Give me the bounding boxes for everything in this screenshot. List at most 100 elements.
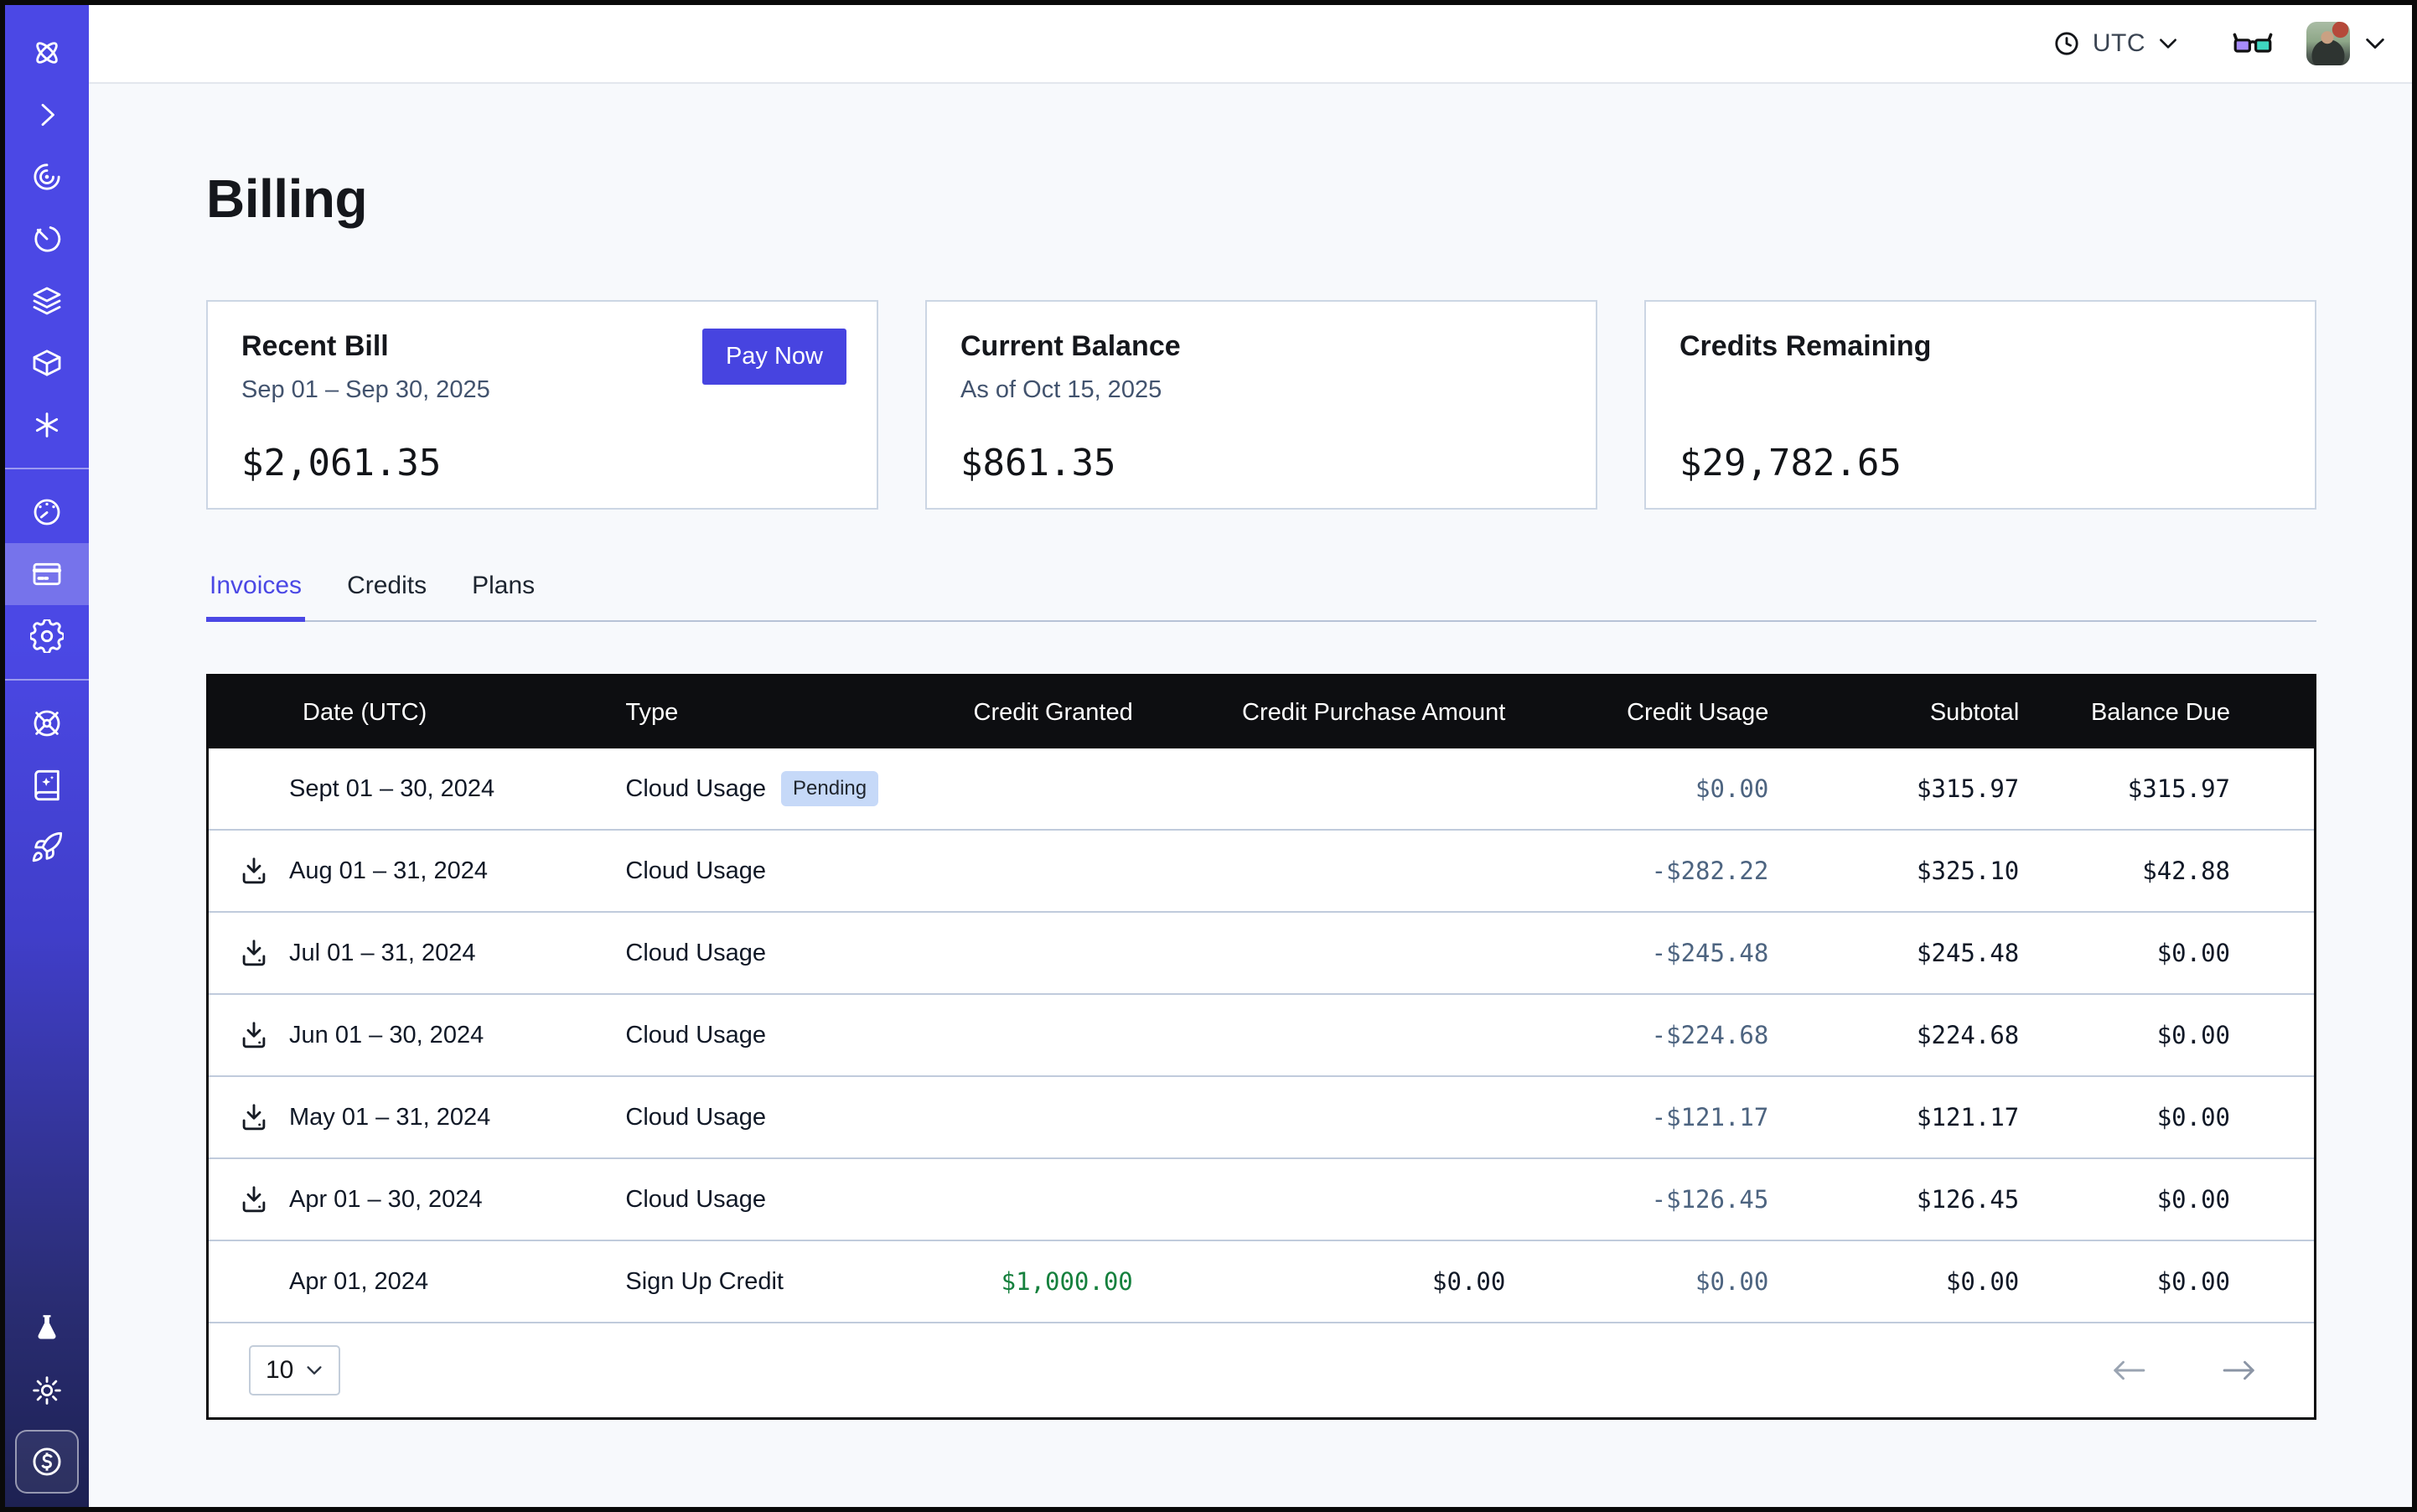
tab-credits[interactable]: Credits	[344, 572, 430, 620]
credit-purchase-amount: $0.00	[1133, 1240, 1506, 1322]
credit-usage: -$224.68	[1505, 994, 1768, 1076]
table-row: Sept 01 – 30, 2024 Cloud Usage Pending $0…	[209, 748, 2314, 830]
download-invoice-icon[interactable]	[235, 1099, 272, 1136]
theme-sun-icon[interactable]	[5, 1359, 89, 1421]
balance-due: $0.00	[2019, 1158, 2314, 1240]
sidebar	[5, 5, 89, 1507]
timer-icon[interactable]	[5, 208, 89, 270]
column-header: Credit Usage	[1505, 676, 1768, 748]
download-invoice-icon[interactable]	[235, 1181, 272, 1218]
card-title: Current Balance	[960, 330, 1562, 363]
sidebar-item-billing[interactable]	[5, 543, 89, 605]
timezone-label: UTC	[2093, 29, 2145, 58]
invoice-date: Jul 01 – 31, 2024	[289, 940, 476, 967]
credit-granted: $1,000.00	[901, 1240, 1132, 1322]
column-header: Credit Granted	[901, 676, 1132, 748]
invoice-date: Jun 01 – 30, 2024	[289, 1022, 484, 1049]
clock-icon	[2052, 29, 2081, 58]
status-badge: Pending	[781, 771, 878, 806]
tab-plans[interactable]: Plans	[468, 572, 538, 620]
layers-icon[interactable]	[5, 270, 89, 332]
download-invoice-icon[interactable]	[235, 852, 272, 889]
download-invoice-icon[interactable]	[235, 1017, 272, 1054]
timezone-selector[interactable]: UTC	[2052, 29, 2179, 58]
column-header: Date (UTC)	[209, 676, 625, 748]
glasses-icon[interactable]	[2233, 31, 2273, 56]
credits-remaining-card: Credits Remaining $29,782.65	[1644, 300, 2316, 510]
summary-cards: Recent Bill Sep 01 – Sep 30, 2025 $2,061…	[206, 300, 2316, 510]
dashboard-gauge-icon[interactable]	[5, 481, 89, 543]
credit-purchase-amount	[1133, 830, 1506, 912]
invoices-table: Date (UTC)TypeCredit GrantedCredit Purch…	[206, 674, 2316, 1420]
credit-usage: $0.00	[1505, 748, 1768, 830]
credit-usage: -$282.22	[1505, 830, 1768, 912]
table-row: Aug 01 – 31, 2024 Cloud Usage -$282.22 $…	[209, 830, 2314, 912]
recent-bill-card: Recent Bill Sep 01 – Sep 30, 2025 $2,061…	[206, 300, 878, 510]
docs-book-icon[interactable]	[5, 754, 89, 816]
invoice-date: Apr 01, 2024	[289, 1268, 428, 1296]
modal-logo-icon[interactable]	[5, 22, 89, 84]
chevron-down-icon	[305, 1364, 323, 1376]
invoice-date: Sept 01 – 30, 2024	[289, 775, 494, 803]
subtotal: $245.48	[1768, 912, 2019, 994]
badge-dollar-icon	[28, 1443, 65, 1480]
credit-purchase-amount	[1133, 994, 1506, 1076]
invoice-type: Cloud Usage	[625, 1022, 766, 1049]
invoice-type: Cloud Usage	[625, 857, 766, 884]
column-header: Type	[625, 676, 901, 748]
credit-granted	[901, 912, 1132, 994]
credit-usage: -$245.48	[1505, 912, 1768, 994]
cube-icon[interactable]	[5, 332, 89, 394]
subtotal: $315.97	[1768, 748, 2019, 830]
credit-card-icon	[30, 557, 64, 591]
page-size-value: 10	[266, 1356, 293, 1385]
user-avatar[interactable]	[2306, 22, 2350, 65]
invoice-type: Cloud Usage	[625, 1186, 766, 1213]
sidebar-divider	[5, 679, 89, 681]
credit-usage: -$126.45	[1505, 1158, 1768, 1240]
credit-purchase-amount	[1133, 748, 1506, 830]
page-title: Billing	[206, 168, 2316, 230]
subtotal: $126.45	[1768, 1158, 2019, 1240]
card-subtitle: As of Oct 15, 2025	[960, 376, 1562, 405]
column-header: Subtotal	[1768, 676, 2019, 748]
support-wheel-icon[interactable]	[5, 692, 89, 754]
next-page-button[interactable]	[2220, 1359, 2259, 1381]
invoice-type: Cloud Usage	[625, 1104, 766, 1131]
pay-now-button[interactable]: Pay Now	[702, 329, 846, 385]
credit-granted	[901, 748, 1132, 830]
rocket-icon[interactable]	[5, 816, 89, 878]
balance-due: $0.00	[2019, 1240, 2314, 1322]
subtotal: $0.00	[1768, 1240, 2019, 1322]
asterisk-icon[interactable]	[5, 394, 89, 456]
table-row: Apr 01 – 30, 2024 Cloud Usage -$126.45 $…	[209, 1158, 2314, 1240]
credit-granted	[901, 994, 1132, 1076]
spiral-icon[interactable]	[5, 146, 89, 208]
credit-purchase-amount	[1133, 1076, 1506, 1158]
subtotal: $121.17	[1768, 1076, 2019, 1158]
current-balance-card: Current Balance As of Oct 15, 2025 $861.…	[925, 300, 1597, 510]
experiments-flask-icon[interactable]	[5, 1297, 89, 1359]
balance-due: $0.00	[2019, 1076, 2314, 1158]
user-menu-chevron-icon[interactable]	[2363, 36, 2387, 51]
chevron-down-icon	[2157, 37, 2179, 50]
prev-page-button[interactable]	[2109, 1359, 2148, 1381]
app-window: UTC Billing Recent Bill Sep 01 – Sep 30,	[0, 0, 2417, 1512]
tab-invoices[interactable]: Invoices	[206, 572, 305, 620]
table-row: Apr 01, 2024 Sign Up Credit $1,000.00 $0…	[209, 1240, 2314, 1322]
balance-due: $42.88	[2019, 830, 2314, 912]
expand-sidebar-icon[interactable]	[5, 84, 89, 146]
sidebar-divider	[5, 468, 89, 469]
table-row: Jun 01 – 30, 2024 Cloud Usage -$224.68 $…	[209, 994, 2314, 1076]
credit-granted	[901, 1158, 1132, 1240]
credit-purchase-amount	[1133, 1158, 1506, 1240]
download-invoice-icon[interactable]	[235, 935, 272, 971]
invoice-date: May 01 – 31, 2024	[289, 1104, 490, 1131]
sidebar-spacer	[5, 878, 89, 1297]
page-size-select[interactable]: 10	[249, 1345, 340, 1395]
invoice-type: Cloud Usage	[625, 775, 766, 802]
card-subtitle	[1679, 376, 2281, 405]
settings-gear-icon[interactable]	[5, 605, 89, 667]
table-header-row: Date (UTC)TypeCredit GrantedCredit Purch…	[209, 676, 2314, 748]
credits-badge-dollar-button[interactable]	[15, 1430, 79, 1494]
